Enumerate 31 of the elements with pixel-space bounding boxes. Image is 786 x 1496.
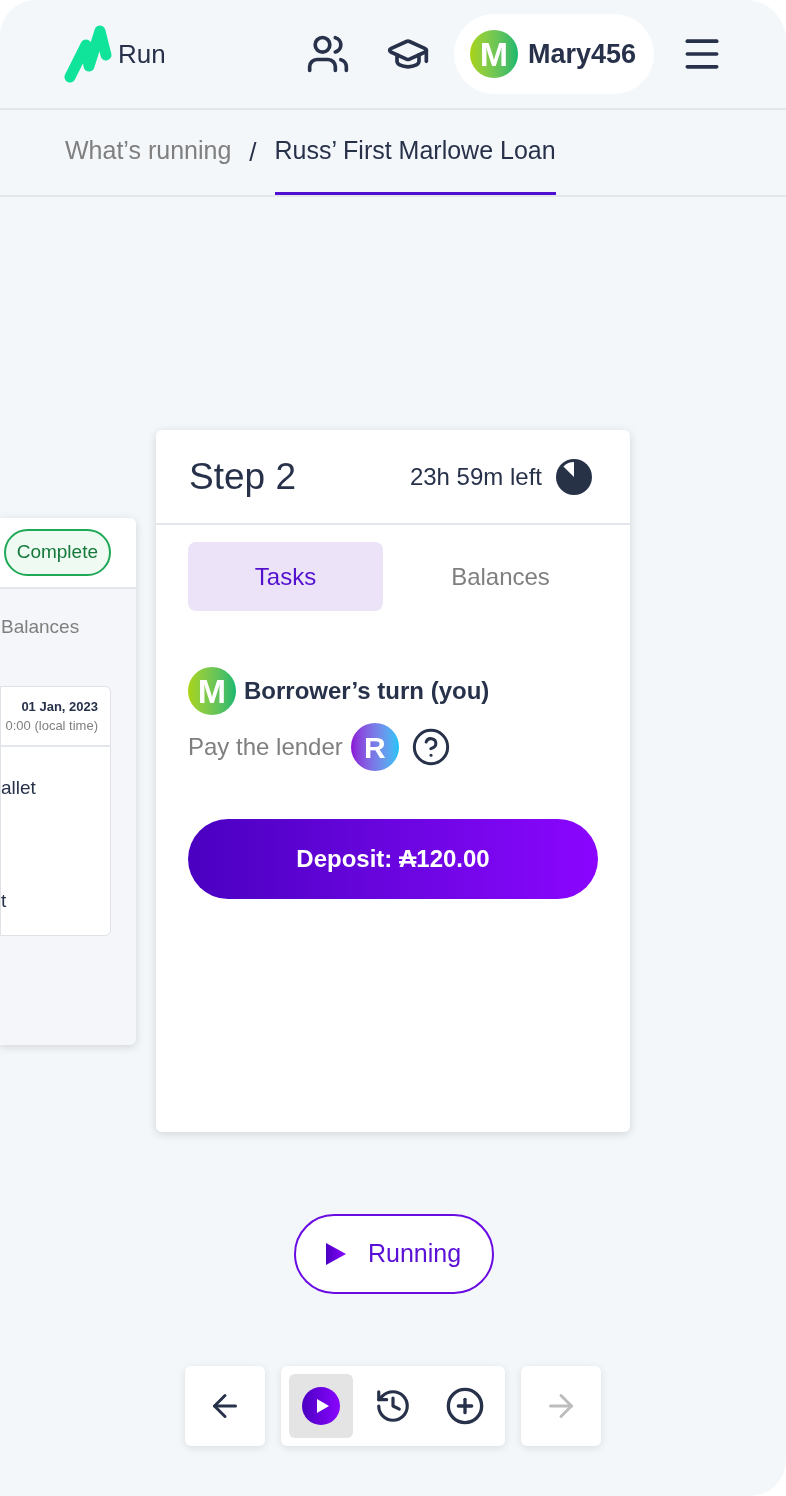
status-badge: Complete <box>3 528 111 576</box>
deadline-time: 0:00 (local time) <box>5 717 98 735</box>
back-button[interactable] <box>185 1366 265 1446</box>
task-text: Pay the lender <box>188 732 343 762</box>
play-icon <box>326 1243 346 1265</box>
deadline-date: 01 Jan, 2023 <box>21 697 98 716</box>
tab[interactable]: Tasks <box>188 542 383 611</box>
breadcrumb-link[interactable]: What’s running <box>65 110 232 195</box>
help-icon[interactable] <box>410 727 451 767</box>
task-text: t <box>1 888 7 913</box>
avatar: M <box>188 667 236 715</box>
balances-tab[interactable]: Balances <box>1 615 80 637</box>
timer-icon <box>556 458 592 495</box>
play-mode-button[interactable] <box>289 1374 353 1438</box>
user-menu[interactable]: M Mary456 <box>453 14 654 94</box>
time-left: 23h 59m left <box>409 461 542 492</box>
running-button[interactable]: Running <box>294 1214 494 1294</box>
play-icon <box>302 1387 340 1425</box>
avatar: R <box>350 723 399 771</box>
task-text: allet <box>1 776 36 800</box>
logo-text: Run <box>118 37 166 71</box>
turn-label: Borrower’s turn (you) <box>244 676 490 706</box>
breadcrumb-separator: / <box>249 136 257 169</box>
history-icon <box>374 1387 412 1425</box>
logo-icon <box>64 25 112 83</box>
step-title: Step 2 <box>189 454 296 499</box>
deposit-button[interactable]: Deposit: ₳120.00 <box>188 819 598 899</box>
plus-circle-icon <box>445 1386 485 1426</box>
breadcrumb-current[interactable]: Russ’ First Marlowe Loan <box>274 110 556 195</box>
tab[interactable]: Balances <box>403 542 598 611</box>
avatar: M <box>469 30 518 78</box>
